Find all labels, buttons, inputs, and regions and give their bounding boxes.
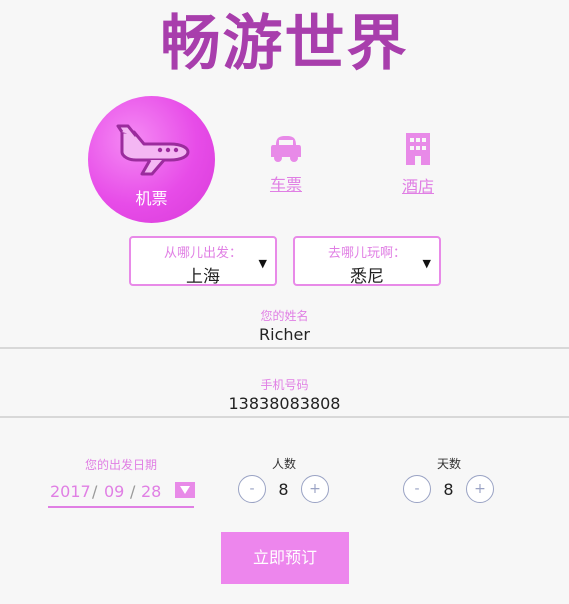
date-day[interactable]: 28 (141, 482, 161, 501)
destination-select[interactable]: 去哪儿玩啊： 悉尼 ▼ (293, 236, 441, 287)
tab-flight[interactable]: 机票 (88, 96, 215, 223)
date-year[interactable]: 2017 (50, 482, 91, 501)
people-stepper[interactable]: - 8 + (238, 475, 334, 503)
people-label: 人数 (271, 457, 296, 471)
airplane-icon (112, 118, 192, 182)
date-separator: / (92, 482, 98, 501)
tab-hotel-label: 酒店 (401, 177, 434, 196)
tab-hotel[interactable]: 酒店 (388, 133, 448, 197)
name-label: 您的姓名 (260, 309, 309, 323)
calendar-dropdown-icon[interactable] (175, 482, 195, 498)
phone-input[interactable]: 13838083808 (0, 394, 569, 413)
chevron-down-icon: ▼ (258, 257, 267, 270)
tab-train-label: 车票 (269, 175, 302, 194)
hotel-icon (404, 133, 432, 169)
people-value: 8 (278, 480, 289, 499)
name-field[interactable]: 您的姓名 Richer (0, 307, 569, 349)
app-title: 畅游世界 (160, 9, 409, 79)
days-increment-button[interactable]: + (466, 475, 494, 503)
people-decrement-button[interactable]: - (238, 475, 266, 503)
date-picker[interactable]: 2017 / 09 / 28 (48, 478, 195, 508)
tab-train[interactable]: 车票 (256, 133, 316, 195)
name-input[interactable]: Richer (0, 325, 569, 344)
tab-flight-label: 机票 (135, 189, 168, 208)
days-label: 天数 (436, 457, 461, 471)
people-increment-button[interactable]: + (301, 475, 329, 503)
date-separator: / (130, 482, 136, 501)
phone-field[interactable]: 手机号码 13838083808 (0, 376, 569, 418)
days-stepper[interactable]: - 8 + (403, 475, 499, 503)
book-now-button[interactable]: 立即预订 (221, 532, 349, 584)
phone-label: 手机号码 (260, 378, 309, 392)
departure-label: 从哪儿出发： (163, 246, 242, 261)
date-month[interactable]: 09 (104, 482, 124, 501)
departure-select[interactable]: 从哪儿出发： 上海 ▼ (129, 236, 277, 287)
chevron-down-icon: ▼ (422, 257, 431, 270)
departure-value: 上海 (186, 267, 220, 287)
destination-value: 悉尼 (350, 267, 384, 287)
destination-label: 去哪儿玩啊： (327, 246, 406, 261)
date-label: 您的出发日期 (84, 458, 157, 472)
days-decrement-button[interactable]: - (403, 475, 431, 503)
days-value: 8 (443, 480, 454, 499)
car-icon (270, 136, 302, 167)
